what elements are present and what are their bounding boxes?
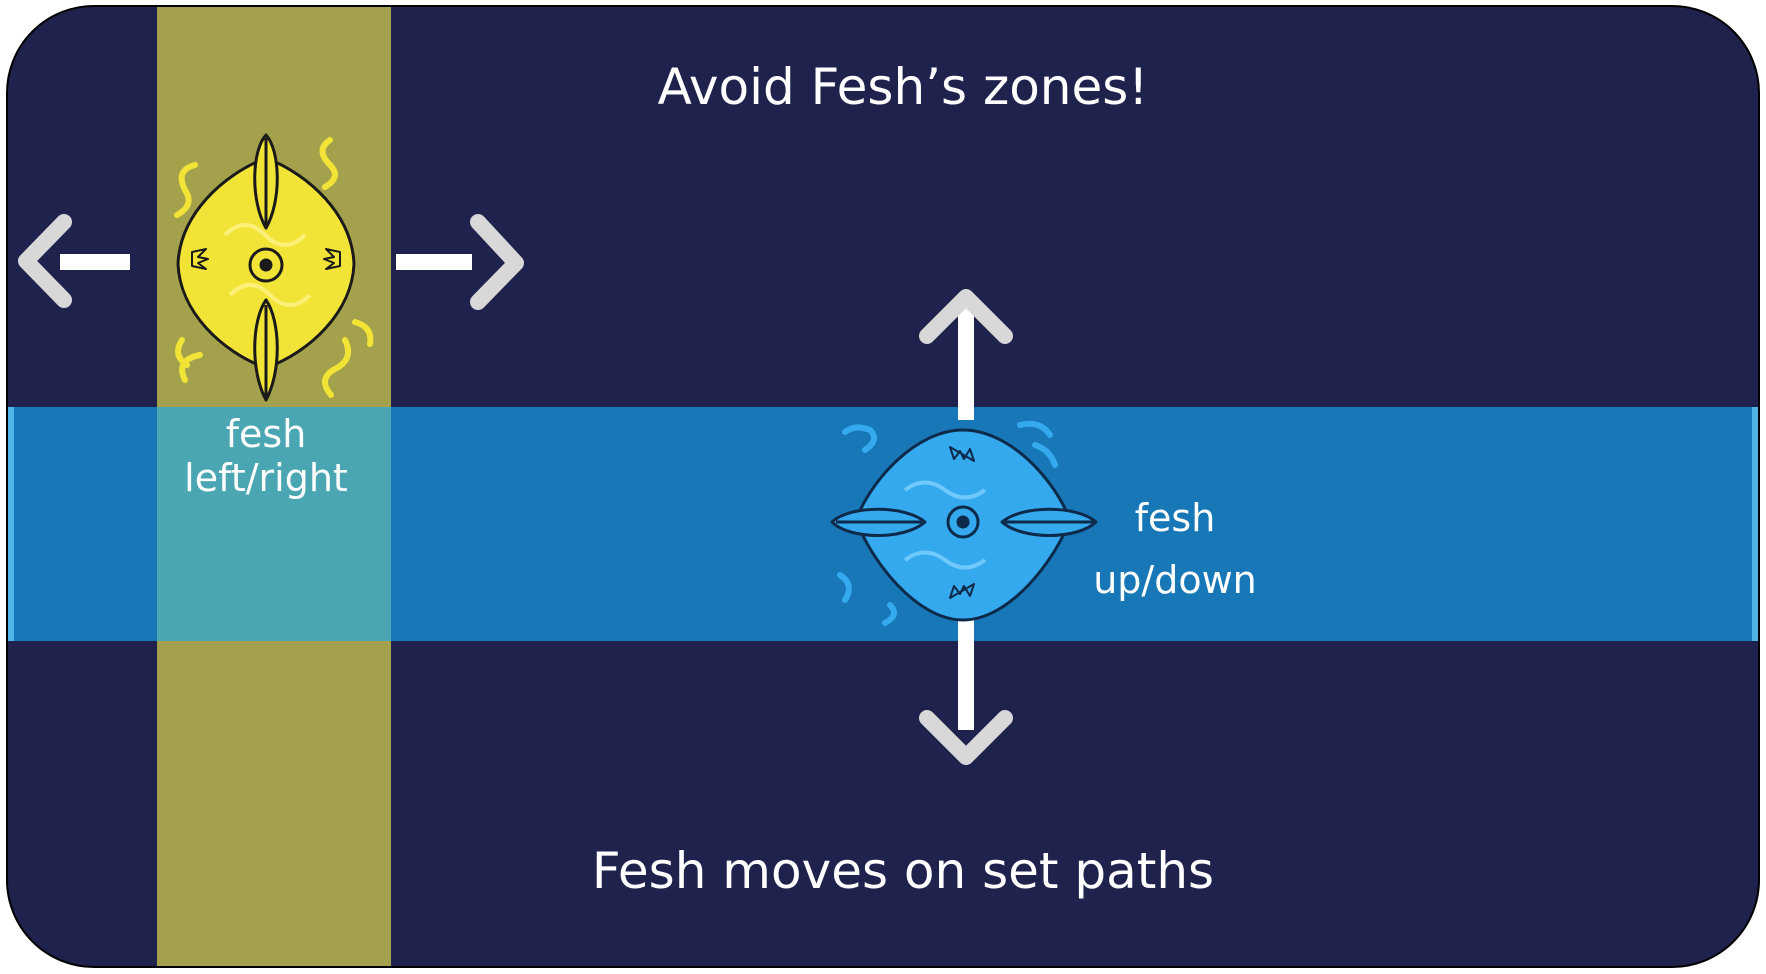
screen-subtitle: Fesh moves on set paths	[591, 842, 1215, 900]
blue-zone-edge-left	[8, 407, 14, 641]
blue-fesh-label-line1: fesh	[1134, 496, 1216, 540]
blue-fesh-label-line2: up/down	[1093, 558, 1257, 602]
blue-zone-edge-right	[1752, 407, 1758, 641]
yellow-fesh-label-line1: fesh	[225, 412, 307, 456]
yellow-fesh-label-line2: left/right	[184, 456, 348, 500]
blue-fesh-label: fesh up/down	[1060, 487, 1290, 611]
yellow-fesh-label: fesh left/right	[149, 412, 383, 500]
screen-title: Avoid Fesh’s zones!	[657, 58, 1149, 116]
